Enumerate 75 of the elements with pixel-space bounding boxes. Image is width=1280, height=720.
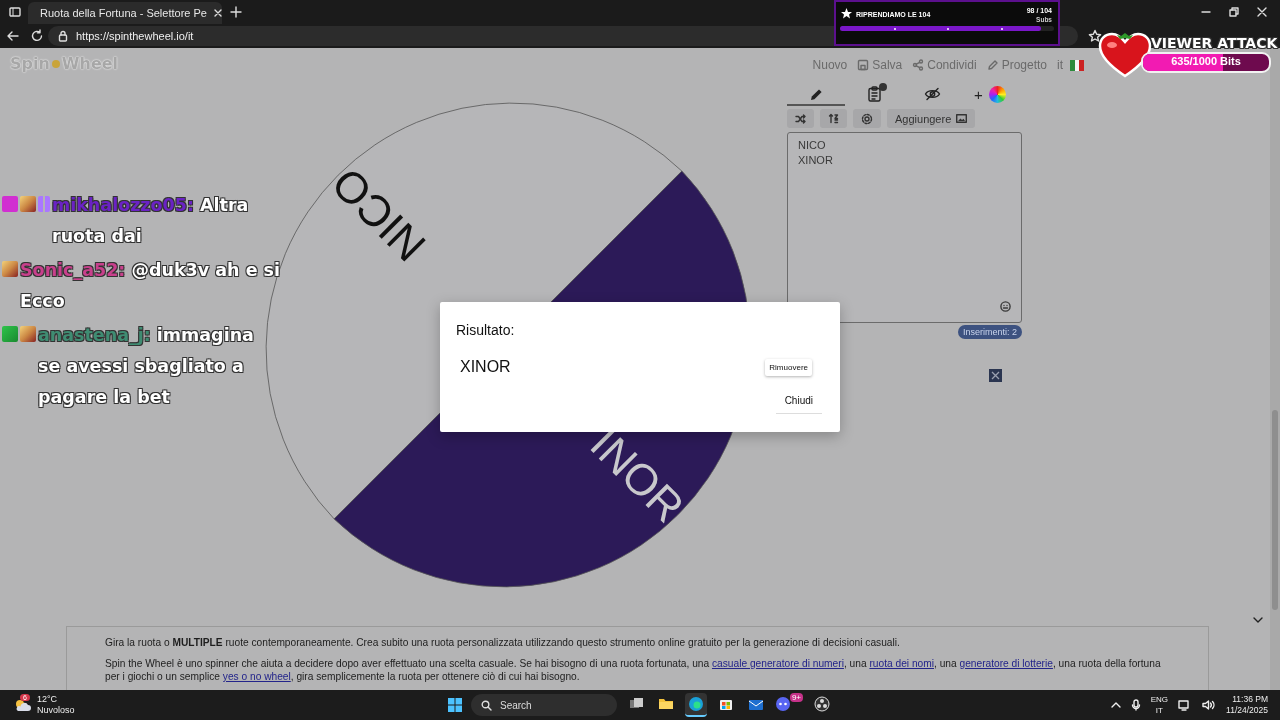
sidebar-icon[interactable]: [8, 5, 22, 19]
scrollbar[interactable]: [1270, 48, 1280, 690]
sort-icon: [828, 113, 839, 124]
shuffle-icon: [795, 113, 806, 124]
mic-icon[interactable]: [1130, 699, 1141, 711]
back-icon[interactable]: [6, 29, 20, 43]
entry-line: XINOR: [798, 154, 834, 166]
avatar-badge-icon: [20, 326, 36, 342]
remove-button[interactable]: Rimuovere: [765, 358, 812, 376]
smiley-icon[interactable]: [1000, 301, 1011, 312]
new-tab-icon[interactable]: [230, 6, 242, 18]
search-field[interactable]: Search: [471, 694, 617, 716]
result-text: XINOR: [460, 358, 511, 376]
temperature-text: 12°C: [37, 694, 59, 705]
search-icon: [481, 699, 492, 711]
reload-icon[interactable]: [30, 29, 44, 43]
restore-icon[interactable]: [1228, 6, 1240, 18]
chat-message: mikhalozzo05: Altra ruota dai: [52, 194, 250, 248]
editor-tab[interactable]: +: [961, 84, 1019, 106]
bits-goal-title: VIEWER ATTACK: [1151, 35, 1278, 51]
favorite-star-icon[interactable]: [1088, 29, 1102, 43]
clock[interactable]: 11:36 PM 11/24/2025: [1226, 694, 1268, 716]
description-paragraph: Spin the Wheel è uno spinner che aiuta a decidere dopo aver effettuato una scelta casuale. Se hai bisogno di una ruota fortunata, una casuale generatore di numeri, una ruota dei nomi, una generatore di lotterie, una ruota della fortuna per i giochi o un semplice yes o no wheel, gira semplicemente la ruota per ottenere ciò di cui hai bisogno.: [105, 656, 1162, 684]
chevron-down-icon[interactable]: [1252, 616, 1264, 624]
recorder-icon: [814, 696, 830, 712]
close-icon[interactable]: [212, 8, 223, 18]
star-icon: [840, 7, 853, 20]
clipboard-list-icon: [866, 86, 882, 102]
entries-field[interactable]: NICO XINOR: [787, 132, 1022, 323]
taskbar-app[interactable]: [685, 693, 707, 717]
gear-icon: [861, 112, 873, 125]
chat-app-icon: [775, 696, 791, 712]
share-icon: [912, 59, 925, 71]
text-link[interactable]: casuale generatore di numeri: [711, 657, 844, 669]
subscriber-badge-icon: [38, 196, 50, 212]
dialog-title: Risultato:: [456, 322, 516, 338]
entry-line: NICO: [798, 139, 827, 151]
start-icon[interactable]: [447, 697, 463, 713]
notification-badge: 9+: [789, 693, 803, 702]
color-wheel-icon: [988, 85, 1006, 103]
lock-icon: [58, 30, 68, 42]
url-text: https://spinthewheel.io/it: [76, 30, 194, 42]
taskbar-app[interactable]: 9+: [775, 693, 803, 717]
close-button[interactable]: [989, 369, 1002, 382]
text-link[interactable]: generatore di lotterie: [959, 657, 1053, 669]
save-icon: [857, 59, 870, 71]
bits-count: 635/1000 Bits: [1170, 55, 1242, 67]
text-link[interactable]: yes o no wheel: [222, 671, 291, 682]
chat-message: anastena_j: immagina se avessi sbagliato a pagare la bet: [38, 324, 255, 409]
avatar-badge-icon: [2, 261, 18, 277]
sword-badge-icon: [2, 326, 18, 342]
browser-tab[interactable]: Ruota della Fortuna - Selettore Pe: [28, 2, 222, 24]
pencil-icon: [986, 59, 999, 71]
tomato-heart-icon: [1097, 30, 1153, 80]
close-icon[interactable]: [1256, 6, 1268, 18]
eye-slash-icon: [923, 87, 941, 101]
avatar-badge-icon: [20, 196, 36, 212]
image-icon: [956, 114, 968, 123]
intro-paragraph: Gira la ruota o MULTIPLE ruote contemporaneamente. Crea subito una ruota personalizzata utilizzando questo strumento online gratuito per la generazione di decisioni casuali.: [105, 636, 901, 650]
tool-button[interactable]: [787, 109, 814, 128]
browser-icon: [688, 696, 704, 712]
tool-button[interactable]: [820, 109, 847, 128]
tool-button[interactable]: Aggiungere: [887, 109, 976, 128]
badge-dot: [878, 83, 887, 91]
entry-count-badge: Inserimenti: 2: [957, 325, 1022, 339]
folder-icon: [658, 696, 674, 712]
text-link[interactable]: ruota dei nomi: [869, 657, 934, 669]
tool-button[interactable]: [853, 109, 881, 128]
gem-badge-icon: [2, 196, 18, 212]
language-indicator[interactable]: ENG IT: [1150, 694, 1169, 716]
tab-title: Ruota della Fortuna - Selettore Pe: [40, 7, 207, 19]
volume-icon[interactable]: [1202, 699, 1217, 711]
weather-condition: Nuvoloso: [37, 705, 75, 716]
chevron-up-icon[interactable]: [1110, 701, 1121, 709]
italian-flag-icon: [1070, 59, 1084, 71]
